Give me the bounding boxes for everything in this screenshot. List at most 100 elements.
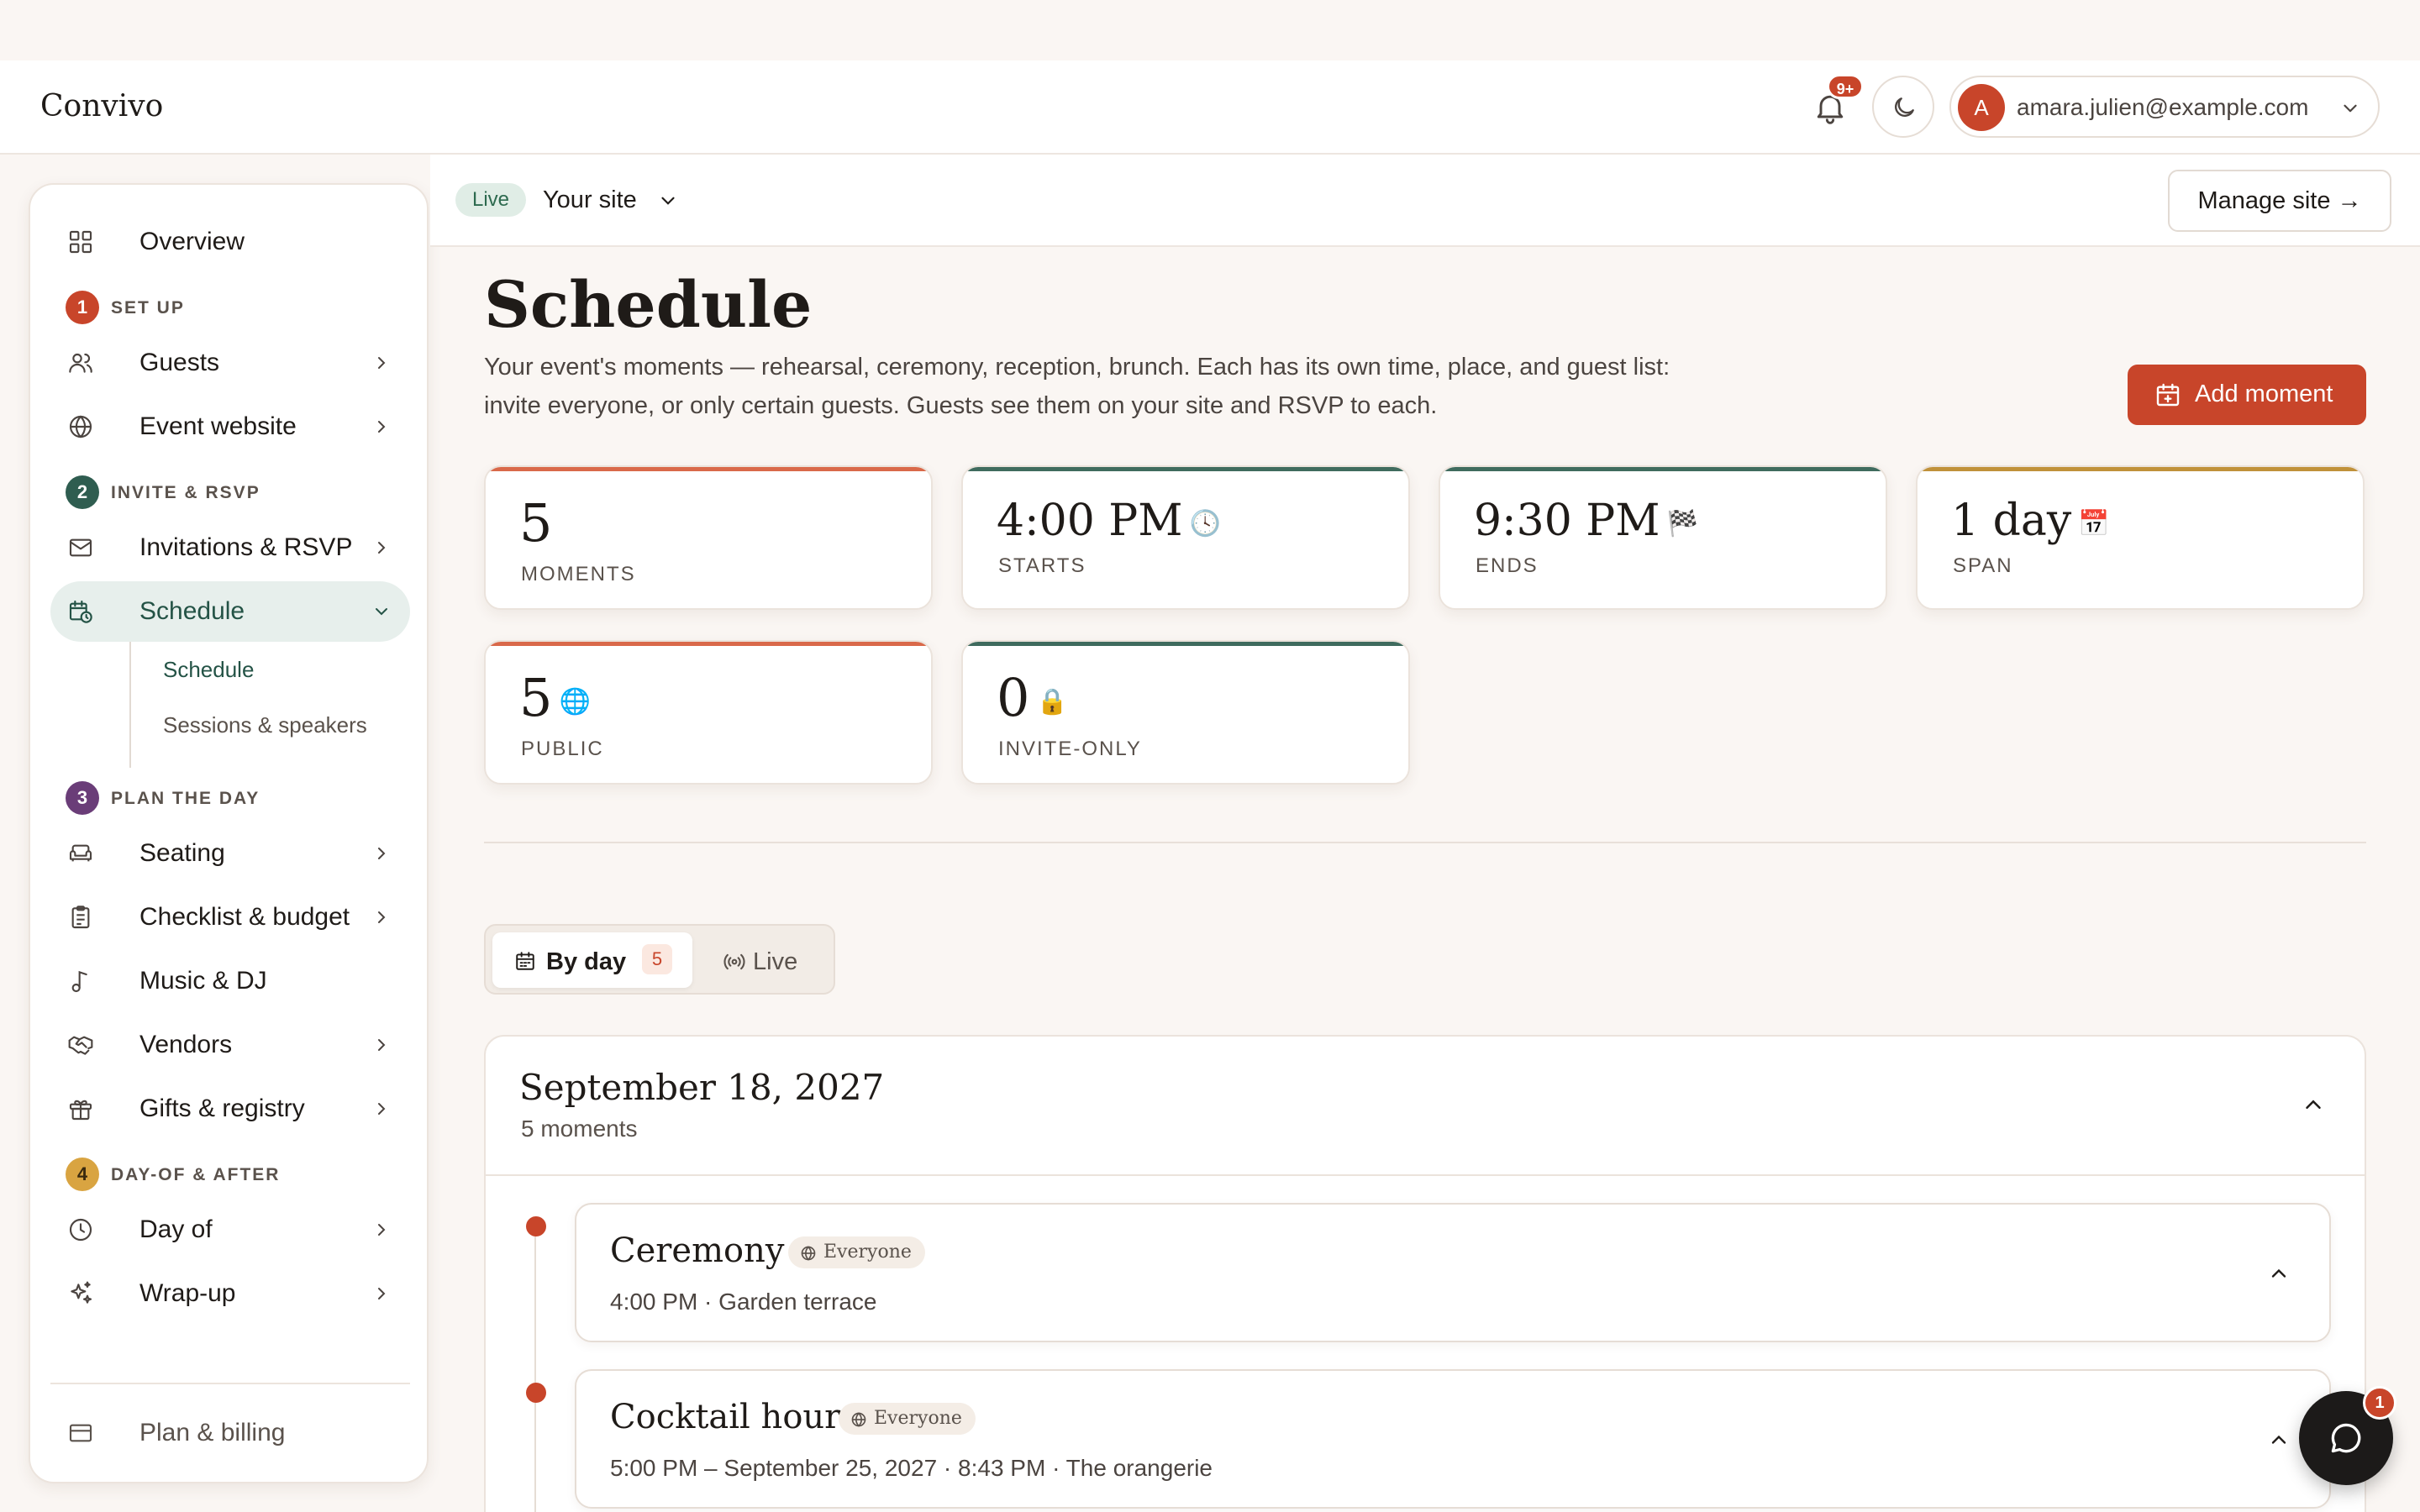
- chevron-right-icon: [378, 848, 386, 859]
- chevron-up-icon[interactable]: [2267, 1262, 2291, 1285]
- stat-value: 9:30 PM 🏁: [1474, 496, 1698, 546]
- section-label: DAY-OF & AFTER: [111, 1165, 281, 1184]
- tab-label: Live: [753, 948, 798, 975]
- section-number: 3: [66, 781, 99, 815]
- subnav-item-sessions[interactable]: Sessions & speakers: [163, 712, 367, 738]
- sparkles-icon: [71, 1281, 92, 1304]
- stat-card-starts: 4:00 PM 🕓 STARTS: [961, 465, 1410, 610]
- section-number: 4: [66, 1158, 99, 1191]
- chevron-right-icon: [378, 911, 386, 923]
- globe-icon: [69, 415, 92, 438]
- tab-count-badge: 5: [642, 944, 672, 974]
- clipboard-icon: [71, 906, 90, 929]
- stat-accent-bar: [1440, 467, 1886, 471]
- sidebar-item-label: Checklist & budget: [139, 903, 350, 931]
- checkered-flag-icon: 🏁: [1666, 509, 1698, 538]
- audience-badge: Everyone: [788, 1236, 925, 1268]
- calendar-plus-icon: [2156, 383, 2180, 407]
- sidebar-item-event-website[interactable]: Event website: [50, 396, 410, 457]
- sidebar-item-label: Wrap-up: [139, 1279, 236, 1307]
- chevron-up-icon[interactable]: [2301, 1092, 2326, 1117]
- brand-logo[interactable]: Convivo: [40, 89, 163, 123]
- chevron-down-icon[interactable]: [657, 190, 679, 212]
- sidebar-item-label: Vendors: [139, 1031, 233, 1058]
- chevron-right-icon: [378, 1288, 386, 1299]
- theme-toggle-button[interactable]: [1872, 76, 1934, 138]
- status-badge: Live: [455, 183, 527, 217]
- globe-icon: 🌐: [559, 687, 591, 717]
- sidebar-item-label: Schedule: [139, 597, 245, 625]
- envelope-icon: [69, 538, 92, 557]
- page-title: Schedule: [484, 267, 813, 342]
- sidebar-item-checklist[interactable]: Checklist & budget: [50, 887, 410, 948]
- stat-caption: INVITE-ONLY: [998, 738, 1142, 760]
- sidebar-item-seating[interactable]: Seating: [50, 823, 410, 884]
- handshake-icon: [68, 1036, 93, 1055]
- moment-card[interactable]: Cocktail hour Everyone 5:00 PM – Septemb…: [575, 1369, 2331, 1509]
- credit-card-icon: [69, 1424, 92, 1442]
- sidebar-item-label: Plan & billing: [139, 1419, 286, 1446]
- music-note-icon: [71, 970, 87, 993]
- timeline-dot: [526, 1216, 546, 1236]
- section-number: 2: [66, 475, 99, 509]
- sidebar-item-invitations[interactable]: Invitations & RSVP: [50, 517, 410, 578]
- sidebar-item-schedule[interactable]: Schedule: [50, 581, 410, 642]
- clock-icon: 🕓: [1189, 509, 1221, 538]
- tab-live[interactable]: Live: [723, 932, 823, 988]
- stat-accent-bar: [486, 467, 931, 471]
- sidebar-item-billing[interactable]: Plan & billing: [50, 1403, 410, 1463]
- sidebar-item-label: Music & DJ: [139, 967, 267, 995]
- sidebar-item-music[interactable]: Music & DJ: [50, 951, 410, 1011]
- account-email: amara.julien@example.com: [2017, 94, 2309, 120]
- timeline-line: [534, 1223, 536, 1512]
- account-menu-button[interactable]: A amara.julien@example.com: [1949, 76, 2380, 138]
- stat-card-invite-only: 0 🔒 INVITE-ONLY: [961, 640, 1410, 785]
- sidebar: Overview 1 SET UP Guests Event website 2…: [29, 183, 429, 1483]
- moon-icon: [1895, 97, 1914, 117]
- chat-unread-badge: 1: [2363, 1386, 2396, 1420]
- moment-card[interactable]: Ceremony Everyone 4:00 PM · Garden terra…: [575, 1203, 2331, 1342]
- moment-meta: 4:00 PM · Garden terrace: [610, 1289, 877, 1315]
- gift-icon: [69, 1100, 92, 1121]
- sidebar-item-guests[interactable]: Guests: [50, 333, 410, 393]
- avatar: A: [1958, 84, 2005, 131]
- manage-site-button[interactable]: Manage site →: [2168, 170, 2391, 232]
- lock-icon: 🔒: [1036, 687, 1068, 717]
- view-tabs: By day 5 Live: [484, 924, 835, 995]
- section-label: PLAN THE DAY: [111, 789, 260, 808]
- stat-caption: PUBLIC: [521, 738, 604, 760]
- stat-accent-bar: [963, 467, 1408, 471]
- tab-by-day[interactable]: By day 5: [492, 932, 692, 988]
- site-selector[interactable]: Your site: [543, 186, 637, 214]
- stat-caption: STARTS: [998, 554, 1086, 577]
- sidebar-item-overview[interactable]: Overview: [50, 212, 410, 272]
- moment-title: Cocktail hour: [610, 1398, 841, 1436]
- stat-caption: SPAN: [1953, 554, 2013, 577]
- sidebar-item-label: Overview: [139, 228, 245, 255]
- chevron-right-icon: [378, 357, 386, 369]
- stat-value: 5: [519, 492, 553, 554]
- broadcast-icon: [723, 953, 745, 970]
- moment-meta: 5:00 PM – September 25, 2027 · 8:43 PM ·…: [610, 1455, 1213, 1481]
- sidebar-item-gifts[interactable]: Gifts & registry: [50, 1079, 410, 1139]
- chevron-right-icon: [378, 1039, 386, 1051]
- chat-bubble-icon: [2331, 1423, 2361, 1453]
- add-moment-button[interactable]: Add moment: [2128, 365, 2366, 425]
- stat-caption: ENDS: [1476, 554, 1539, 577]
- tab-label: By day: [546, 948, 627, 975]
- sidebar-item-wrap-up[interactable]: Wrap-up: [50, 1263, 410, 1324]
- stat-value: 5 🌐: [519, 667, 591, 728]
- sidebar-item-vendors[interactable]: Vendors: [50, 1015, 410, 1075]
- chevron-up-icon[interactable]: [2267, 1428, 2291, 1452]
- add-moment-label: Add moment: [2195, 381, 2333, 407]
- sidebar-item-label: Day of: [139, 1215, 213, 1243]
- stat-value: 4:00 PM 🕓: [997, 496, 1221, 546]
- day-card-divider: [486, 1174, 2365, 1176]
- globe-icon: [851, 1412, 866, 1427]
- top-bar: Convivo 9+ A amara.julien@example.com: [0, 60, 2420, 155]
- sidebar-item-day-of[interactable]: Day of: [50, 1200, 410, 1260]
- day-date: September 18, 2027: [519, 1067, 885, 1108]
- day-moment-count: 5 moments: [521, 1116, 638, 1142]
- subnav-item-schedule[interactable]: Schedule: [163, 657, 254, 683]
- stat-card-moments: 5 MOMENTS: [484, 465, 933, 610]
